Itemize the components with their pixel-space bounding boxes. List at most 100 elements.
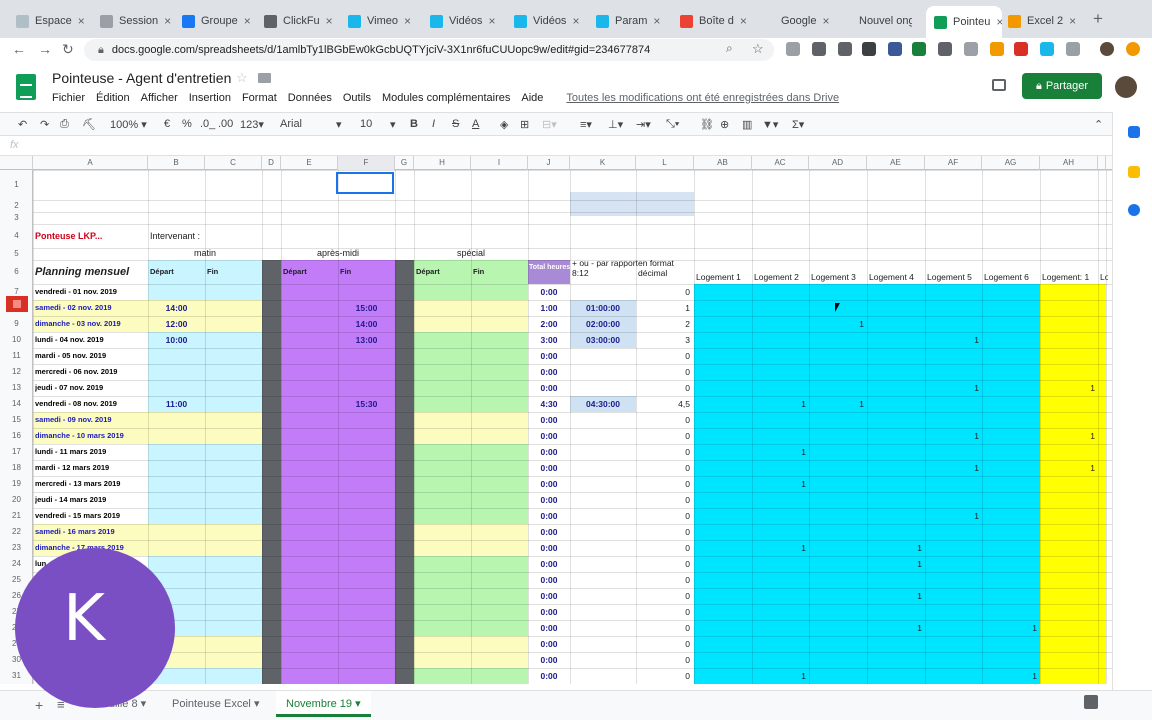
browser-tab[interactable]: Groupe × [182,8,254,34]
logement-cell[interactable] [694,316,749,332]
recording-indicator[interactable] [6,296,28,312]
logement-cell[interactable] [752,428,806,444]
ecart-cell[interactable] [570,652,636,668]
logement-cell[interactable] [694,556,749,572]
matin-depart-cell[interactable] [148,364,205,380]
logement-cell[interactable] [1040,540,1095,556]
logement-cell[interactable] [809,508,864,524]
logement-cell[interactable] [925,556,979,572]
total-cell[interactable]: 0:00 [528,604,570,620]
back-icon[interactable]: ← [12,41,26,57]
sheet-tab[interactable]: Pointeuse Excel ▾ [172,697,259,710]
logement-cell[interactable] [694,588,749,604]
column-title[interactable]: Départ [283,260,340,284]
column-header[interactable]: AH [1040,156,1098,170]
date-cell[interactable]: dimanche - 03 nov. 2019 [35,316,148,332]
logement-cell[interactable] [1040,572,1095,588]
logement-cell[interactable] [694,460,749,476]
logement-cell[interactable] [752,620,806,636]
total-cell[interactable]: 0:00 [528,588,570,604]
logement-cell[interactable] [867,412,922,428]
tab-close-icon[interactable]: × [164,14,171,28]
apresmidi-fin-cell[interactable] [338,652,395,668]
logement-cell[interactable]: 1 [809,316,864,332]
logement-cell[interactable] [694,476,749,492]
logement-cell[interactable] [925,412,979,428]
apresmidi-fin-cell[interactable] [338,636,395,652]
logement-cell[interactable] [1040,412,1095,428]
logement-cell[interactable] [982,492,1037,508]
logement-cell[interactable] [867,508,922,524]
bookmark-star-icon[interactable]: ☆ [752,41,764,57]
logement-cell[interactable] [752,556,806,572]
ecart-cell[interactable] [570,588,636,604]
column-title[interactable]: Départ [416,260,473,284]
apresmidi-fin-cell[interactable]: 13:00 [338,332,395,348]
logement-cell[interactable]: 1 [867,588,922,604]
browser-tab[interactable]: Excel 2 × [1008,8,1080,34]
total-cell[interactable]: 0:00 [528,652,570,668]
logement-cell[interactable] [752,572,806,588]
logement-cell[interactable] [925,572,979,588]
logement-cell[interactable] [1040,332,1095,348]
apresmidi-fin-cell[interactable] [338,476,395,492]
row-header[interactable]: 4 [0,224,33,248]
logement-cell[interactable] [1040,668,1095,684]
decimal-cell[interactable]: 3 [636,332,690,348]
ecart-cell[interactable] [570,572,636,588]
matin-label[interactable]: matin [148,246,262,260]
new-tab-button[interactable]: + [1093,9,1103,29]
logement-cell[interactable] [982,348,1037,364]
logement-cell[interactable] [867,604,922,620]
logement-cell[interactable] [1040,636,1095,652]
total-cell[interactable]: 0:00 [528,636,570,652]
logement-cell[interactable] [982,300,1037,316]
row-header[interactable]: 21 [0,508,33,524]
column-title[interactable]: Fin [207,260,264,284]
logement-cell[interactable] [694,284,749,300]
text-rotate-icon[interactable]: ⤡▾ [666,118,679,131]
logement-cell[interactable] [982,396,1037,412]
total-cell[interactable]: 0:00 [528,572,570,588]
menu-item[interactable]: Modules complémentaires [382,92,510,104]
logement-cell[interactable] [694,380,749,396]
apresmidi-fin-cell[interactable] [338,588,395,604]
logement-cell[interactable] [925,348,979,364]
row-header[interactable]: 23 [0,540,33,556]
logement-cell[interactable] [809,556,864,572]
total-cell[interactable]: 0:00 [528,524,570,540]
logement-header[interactable]: Lo [1100,270,1108,284]
row-header[interactable]: 11 [0,348,33,364]
sheet-heading[interactable]: Ponteuse LKP... [35,224,155,248]
logement-cell[interactable] [752,300,806,316]
logement-cell[interactable] [694,668,749,684]
decimal-cell[interactable]: 0 [636,540,690,556]
logement-cell[interactable] [809,380,864,396]
apresmidi-fin-cell[interactable] [338,492,395,508]
ecart-cell[interactable] [570,492,636,508]
logement-cell[interactable] [1040,524,1095,540]
logement-cell[interactable] [982,572,1037,588]
matin-depart-cell[interactable]: 14:00 [148,300,205,316]
logement-cell[interactable] [694,364,749,380]
logement-cell[interactable]: 1 [867,556,922,572]
total-cell[interactable]: 0:00 [528,508,570,524]
logement-header[interactable]: Logement 6 [984,270,1042,284]
row-header[interactable]: 24 [0,556,33,572]
browser-tab[interactable]: Google × [762,8,834,34]
row-header[interactable]: 22 [0,524,33,540]
decimal-cell[interactable]: 0 [636,652,690,668]
decimal-cell[interactable]: 0 [636,620,690,636]
logement-cell[interactable] [1040,316,1095,332]
ecart-cell[interactable]: 04:30:00 [570,396,636,412]
fill-color-icon[interactable]: ◈ [500,118,508,131]
ecart-cell[interactable] [570,444,636,460]
apresmidi-fin-cell[interactable] [338,572,395,588]
merge-cells-icon[interactable]: ⊟▾ [542,118,557,131]
total-cell[interactable]: 0:00 [528,556,570,572]
tasks-icon[interactable] [1128,204,1140,216]
apresmidi-fin-cell[interactable] [338,668,395,684]
logement-cell[interactable] [867,476,922,492]
logement-cell[interactable] [867,316,922,332]
tab-close-icon[interactable]: × [326,14,333,28]
